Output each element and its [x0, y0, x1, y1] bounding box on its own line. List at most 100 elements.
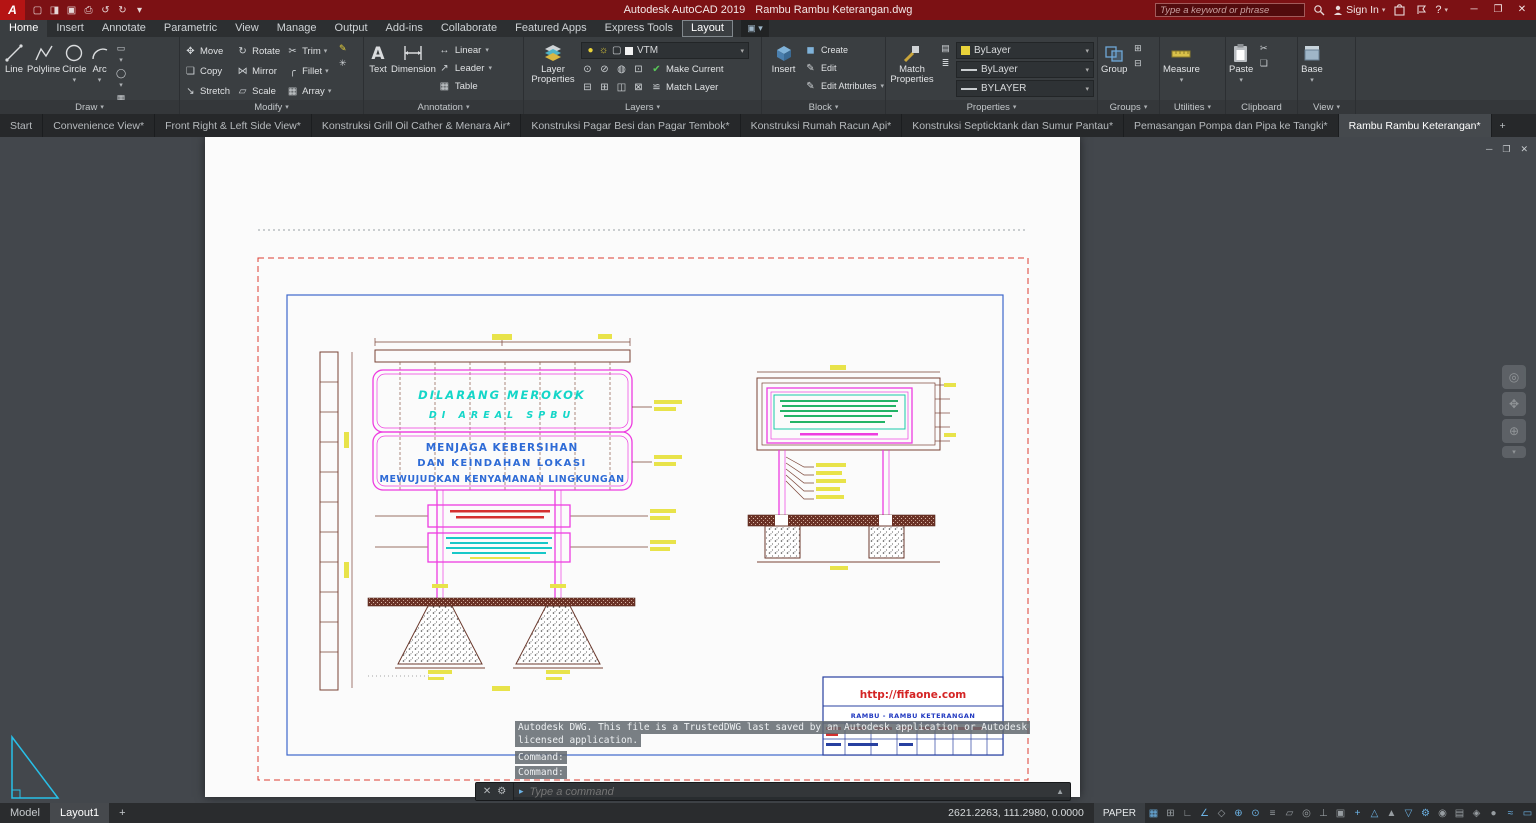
layer-freeze-icon[interactable]: ◍	[615, 64, 628, 75]
object-color-dropdown[interactable]: ByLayer▾	[956, 42, 1094, 59]
layer-delete-icon[interactable]: ⊞	[598, 82, 611, 93]
ungroup-icon[interactable]: ⊞	[1131, 43, 1144, 54]
explode-icon[interactable]: ✳	[336, 58, 349, 69]
transparency-icon[interactable]: ▱	[1281, 808, 1298, 819]
panel-title-annotation[interactable]: Annotation▾	[364, 100, 523, 114]
customize-wrench-icon[interactable]: ⚙	[497, 786, 506, 797]
restore-icon[interactable]: ❐	[1486, 0, 1510, 20]
layout1-tab[interactable]: Layout1	[50, 803, 109, 823]
paper-model-toggle[interactable]: PAPER	[1094, 803, 1145, 823]
filetab-grill-oil-cather[interactable]: Konstruksi Grill Oil Cather & Menara Air…	[312, 114, 521, 137]
annotation-scale-icon[interactable]: ▽	[1400, 808, 1417, 819]
ellipse-icon[interactable]: ◯ ▾	[115, 68, 128, 89]
panel-title-clipboard[interactable]: Clipboard	[1226, 100, 1297, 114]
command-line[interactable]: ✕ ⚙ ▸ ▲	[475, 782, 1071, 801]
drawing-area[interactable]: DILARANG MEROKOK DI AREAL SPBU MENJAGA K…	[0, 137, 1536, 803]
lineweight-display-icon[interactable]: ≡	[1264, 808, 1281, 819]
layer-isolate-icon[interactable]: ⊘	[598, 64, 611, 75]
redo-icon[interactable]: ↻	[114, 5, 131, 16]
paper-drawing[interactable]: DILARANG MEROKOK DI AREAL SPBU MENJAGA K…	[0, 137, 1536, 803]
panel-title-view[interactable]: View▾	[1298, 100, 1355, 114]
navbar-more-icon[interactable]: ▾	[1502, 446, 1526, 458]
command-history-toggle-icon[interactable]: ▲	[1056, 787, 1070, 796]
selection-filter-icon[interactable]: ▣	[1332, 808, 1349, 819]
circle-button[interactable]: Circle ▾	[62, 39, 86, 100]
tab-annotate[interactable]: Annotate	[93, 20, 155, 37]
base-button[interactable]: Base ▾	[1301, 39, 1323, 100]
linear-button[interactable]: ↔Linear▾	[438, 42, 508, 58]
insert-block-button[interactable]: Insert	[765, 39, 802, 100]
tab-manage[interactable]: Manage	[268, 20, 326, 37]
tab-parametric[interactable]: Parametric	[155, 20, 226, 37]
command-input[interactable]	[524, 786, 1057, 798]
layer-unlock-icon[interactable]: ⊡	[632, 64, 645, 75]
edit-block-button[interactable]: ✎Edit	[804, 60, 882, 76]
move-button[interactable]: ✥Move	[183, 41, 231, 61]
group-edit-icon[interactable]: ⊟	[1131, 58, 1144, 69]
search-binoculars-icon[interactable]	[1311, 3, 1327, 17]
workspace-switching-icon[interactable]: ⚙	[1417, 808, 1434, 819]
new-file-icon[interactable]: ▢	[29, 5, 46, 16]
erase-icon[interactable]: ✎	[336, 43, 349, 54]
open-file-icon[interactable]: ◨	[46, 5, 63, 16]
text-button[interactable]: A Text	[367, 39, 389, 100]
cut-icon[interactable]: ✂	[1257, 43, 1270, 54]
filetab-pompa-pipa[interactable]: Pemasangan Pompa dan Pipa ke Tangki*	[1124, 114, 1339, 137]
panel-title-properties[interactable]: Properties▾	[886, 100, 1097, 114]
stretch-button[interactable]: ↘Stretch	[183, 81, 231, 100]
properties-list-icon[interactable]: ≣	[939, 58, 952, 69]
dynamic-ucs-icon[interactable]: ⊥	[1315, 808, 1332, 819]
arc-button[interactable]: Arc ▾	[89, 39, 111, 100]
properties-palette-icon[interactable]: ▤	[939, 43, 952, 54]
lineweight-dropdown[interactable]: ByLayer▾	[956, 61, 1094, 78]
graphics-performance-icon[interactable]: ≈	[1502, 808, 1519, 819]
measure-button[interactable]: Measure ▾	[1163, 39, 1200, 100]
model-tab[interactable]: Model	[0, 803, 50, 823]
isometric-drafting-icon[interactable]: ◇	[1213, 808, 1230, 819]
match-properties-button[interactable]: Match Properties	[889, 39, 935, 100]
close-icon[interactable]: ✕	[1510, 0, 1534, 20]
make-current-button[interactable]: ✔Make Current	[649, 64, 725, 75]
object-snap-icon[interactable]: ⊙	[1247, 808, 1264, 819]
pan-icon[interactable]: ✥	[1502, 392, 1526, 416]
qat-dropdown-icon[interactable]: ▾	[131, 5, 148, 16]
snap-mode-icon[interactable]: ⊞	[1162, 808, 1179, 819]
panel-title-utilities[interactable]: Utilities▾	[1160, 100, 1225, 114]
ortho-icon[interactable]: ∟	[1179, 808, 1196, 819]
tab-view[interactable]: View	[226, 20, 268, 37]
create-block-button[interactable]: ◼Create	[804, 42, 882, 58]
filetab-pagar-besi[interactable]: Konstruksi Pagar Besi dan Pagar Tembok*	[521, 114, 740, 137]
copy-clip-icon[interactable]: ❏	[1257, 58, 1270, 69]
lock-ui-icon[interactable]: ◈	[1468, 808, 1485, 819]
polyline-button[interactable]: Polyline	[27, 39, 60, 100]
doc-restore-icon[interactable]: ❐	[1502, 144, 1510, 155]
dimension-button[interactable]: Dimension	[391, 39, 436, 100]
filetab-septicktank[interactable]: Konstruksi Septicktank dan Sumur Pantau*	[902, 114, 1124, 137]
doc-close-icon[interactable]: ✕	[1520, 144, 1528, 155]
panel-title-block[interactable]: Block▾	[762, 100, 885, 114]
annotation-monitor-icon[interactable]: ◉	[1434, 808, 1451, 819]
group-button[interactable]: Group	[1101, 39, 1127, 100]
tab-collaborate[interactable]: Collaborate	[432, 20, 506, 37]
mirror-button[interactable]: ⋈Mirror	[235, 61, 281, 81]
layer-off-icon[interactable]: ⊙	[581, 64, 594, 75]
new-drawing-tab-button[interactable]: +	[1492, 114, 1514, 137]
rotate-button[interactable]: ↻Rotate	[235, 41, 281, 61]
plot-icon[interactable]: ⎙	[80, 5, 97, 16]
panel-title-modify[interactable]: Modify▾	[180, 100, 363, 114]
panel-title-layers[interactable]: Layers▾	[524, 100, 761, 114]
autocad-logo-icon[interactable]: A	[0, 0, 25, 20]
panel-title-draw[interactable]: Draw▾	[0, 100, 179, 114]
hatch-icon[interactable]: ▦ ▾	[115, 93, 128, 100]
layer-walk-icon[interactable]: ◫	[615, 82, 628, 93]
tab-express-tools[interactable]: Express Tools	[596, 20, 682, 37]
tab-insert[interactable]: Insert	[47, 20, 93, 37]
doc-minimize-icon[interactable]: ─	[1486, 144, 1492, 155]
sign-in-button[interactable]: Sign In ▾	[1333, 4, 1385, 16]
selection-cycling-icon[interactable]: ◎	[1298, 808, 1315, 819]
help-button[interactable]: ?▾	[1435, 4, 1448, 16]
tab-output[interactable]: Output	[326, 20, 377, 37]
panel-title-groups[interactable]: Groups▾	[1098, 100, 1159, 114]
annotation-visibility-icon[interactable]: △	[1366, 808, 1383, 819]
edit-attributes-button[interactable]: ✎Edit Attributes▾	[804, 78, 882, 94]
